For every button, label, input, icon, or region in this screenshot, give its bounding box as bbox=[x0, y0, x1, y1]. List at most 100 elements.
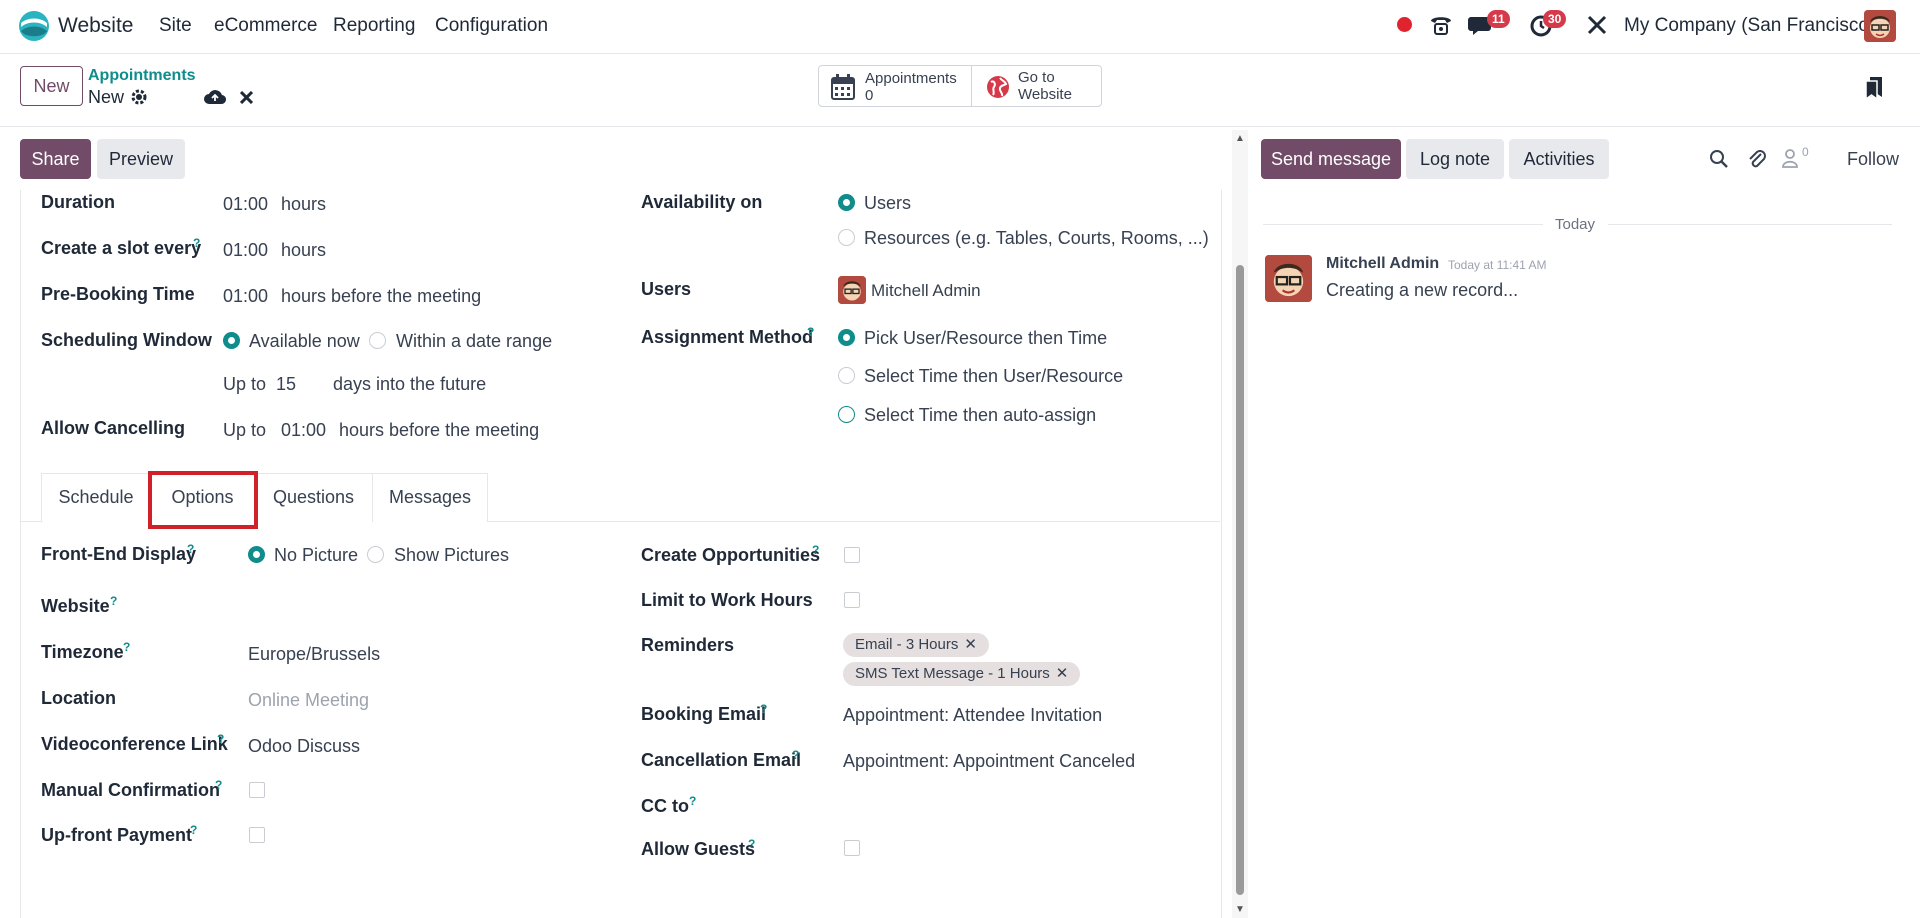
window-available-now-radio[interactable] bbox=[223, 332, 240, 349]
limit-work-hours-label: Limit to Work Hours bbox=[641, 590, 813, 610]
website-help-icon[interactable]: ? bbox=[110, 594, 117, 608]
app-name[interactable]: Website bbox=[58, 14, 133, 38]
users-value-tag[interactable]: Mitchell Admin bbox=[871, 281, 981, 301]
upto-days-input[interactable]: 15 bbox=[276, 374, 296, 395]
reminder-tag-email[interactable]: Email - 3 Hours ✕ bbox=[843, 633, 989, 657]
new-button[interactable]: New bbox=[20, 66, 83, 106]
window-date-range-radio[interactable] bbox=[369, 332, 386, 349]
smart-appointments-count: 0 bbox=[865, 87, 874, 104]
limit-work-hours-checkbox[interactable] bbox=[844, 592, 860, 608]
booking-email-select[interactable]: Appointment: Attendee Invitation bbox=[843, 705, 1102, 726]
assignment-user-first-radio[interactable] bbox=[838, 329, 855, 346]
upfront-payment-help-icon[interactable]: ? bbox=[190, 823, 197, 837]
search-icon[interactable] bbox=[1709, 149, 1729, 169]
date-separator-line-right bbox=[1608, 224, 1892, 225]
send-message-button[interactable]: Send message bbox=[1261, 139, 1401, 179]
remove-tag-icon[interactable]: ✕ bbox=[964, 636, 977, 653]
tab-messages[interactable]: Messages bbox=[372, 473, 488, 522]
follow-button[interactable]: Follow bbox=[1847, 149, 1899, 170]
availability-resources-radio[interactable] bbox=[838, 229, 855, 246]
slot-unit: hours bbox=[281, 240, 327, 260]
cancel-upto-label: Up to bbox=[223, 420, 267, 440]
website-app-icon[interactable] bbox=[18, 9, 50, 43]
duration-input[interactable]: 01:00 bbox=[223, 194, 268, 215]
remove-tag-icon[interactable]: ✕ bbox=[1056, 665, 1069, 682]
create-opportunities-checkbox[interactable] bbox=[844, 547, 860, 563]
save-cloud-icon[interactable] bbox=[204, 89, 226, 105]
log-note-button[interactable]: Log note bbox=[1406, 139, 1504, 179]
assignment-help-icon[interactable]: ? bbox=[807, 325, 814, 339]
show-pictures-radio[interactable] bbox=[367, 546, 384, 563]
tab-schedule[interactable]: Schedule bbox=[41, 473, 151, 522]
bookmarks-icon[interactable] bbox=[1865, 76, 1883, 100]
timezone-select[interactable]: Europe/Brussels bbox=[248, 644, 380, 665]
gear-icon[interactable] bbox=[131, 89, 147, 105]
upto-days-unit: days into the future bbox=[333, 374, 487, 394]
user-avatar-icon bbox=[838, 276, 866, 304]
booking-email-help-icon[interactable]: ? bbox=[760, 702, 767, 716]
paperclip-icon[interactable] bbox=[1747, 148, 1767, 170]
discard-icon[interactable] bbox=[240, 91, 253, 104]
user-avatar-icon bbox=[1864, 10, 1896, 42]
cancellation-email-select[interactable]: Appointment: Appointment Canceled bbox=[843, 751, 1135, 772]
menu-ecommerce[interactable]: eCommerce bbox=[214, 15, 317, 37]
availability-users-radio[interactable] bbox=[838, 194, 855, 211]
no-picture-radio[interactable] bbox=[248, 546, 265, 563]
prebook-input[interactable]: 01:00 bbox=[223, 286, 268, 307]
follower-icon[interactable] bbox=[1782, 148, 1798, 168]
share-button[interactable]: Share bbox=[20, 139, 91, 179]
videoconference-select[interactable]: Odoo Discuss bbox=[248, 736, 360, 757]
message-author[interactable]: Mitchell Admin bbox=[1326, 255, 1439, 273]
cancel-hours-input[interactable]: 01:00 bbox=[281, 420, 326, 441]
assignment-auto-assign-radio[interactable] bbox=[838, 406, 855, 423]
timezone-help-icon[interactable]: ? bbox=[123, 640, 130, 654]
tools-icon[interactable] bbox=[1586, 14, 1608, 36]
allow-guests-help-icon[interactable]: ? bbox=[748, 837, 755, 851]
manual-confirmation-help-icon[interactable]: ? bbox=[215, 778, 222, 792]
location-label: Location bbox=[41, 688, 116, 708]
scroll-down-arrow-icon[interactable]: ▼ bbox=[1235, 904, 1245, 915]
allow-guests-checkbox[interactable] bbox=[844, 840, 860, 856]
activities-button[interactable]: Activities bbox=[1509, 139, 1609, 179]
create-opportunities-help-icon[interactable]: ? bbox=[812, 543, 819, 557]
menu-configuration[interactable]: Configuration bbox=[435, 15, 548, 37]
cc-to-help-icon[interactable]: ? bbox=[689, 794, 696, 808]
company-switcher[interactable]: My Company (San Francisco) bbox=[1624, 15, 1875, 37]
slot-help-icon[interactable]: ? bbox=[193, 236, 200, 250]
frontend-help-icon[interactable]: ? bbox=[187, 542, 194, 556]
slot-input[interactable]: 01:00 bbox=[223, 240, 268, 261]
recording-dot-icon[interactable] bbox=[1397, 17, 1412, 32]
follower-count: 0 bbox=[1802, 145, 1809, 159]
user-avatar[interactable] bbox=[1864, 10, 1896, 42]
form-scrollbar[interactable]: ▲ ▼ bbox=[1232, 130, 1248, 918]
videoconference-help-icon[interactable]: ? bbox=[217, 732, 224, 746]
message-author-avatar[interactable] bbox=[1265, 255, 1312, 302]
manual-confirmation-checkbox[interactable] bbox=[249, 782, 265, 798]
scroll-up-arrow-icon[interactable]: ▲ bbox=[1235, 133, 1245, 144]
website-label: Website bbox=[41, 596, 110, 616]
smart-website-line2: Website bbox=[1018, 86, 1072, 103]
window-date-range-label: Within a date range bbox=[396, 331, 553, 351]
location-input[interactable]: Online Meeting bbox=[248, 690, 369, 711]
cc-to-label: CC to bbox=[641, 796, 689, 816]
menu-reporting[interactable]: Reporting bbox=[333, 15, 415, 37]
date-separator-line-left bbox=[1263, 224, 1543, 225]
duration-unit: hours bbox=[281, 194, 327, 214]
upfront-payment-checkbox[interactable] bbox=[249, 827, 265, 843]
preview-button[interactable]: Preview bbox=[97, 139, 185, 179]
reminders-label: Reminders bbox=[641, 635, 735, 655]
assignment-time-first-radio[interactable] bbox=[838, 367, 855, 384]
cancellation-email-help-icon[interactable]: ? bbox=[792, 748, 799, 762]
cc-to-input[interactable] bbox=[843, 792, 1173, 820]
appointments-smart-button[interactable]: Appointments 0 bbox=[818, 65, 972, 107]
breadcrumb-appointments[interactable]: Appointments bbox=[88, 67, 196, 85]
reminder-tag-sms[interactable]: SMS Text Message - 1 Hours ✕ bbox=[843, 662, 1081, 686]
scrollbar-thumb[interactable] bbox=[1236, 265, 1244, 895]
website-input[interactable] bbox=[248, 592, 578, 620]
tab-questions[interactable]: Questions bbox=[254, 473, 373, 522]
users-avatar bbox=[838, 276, 866, 304]
phone-icon[interactable] bbox=[1429, 14, 1453, 36]
upfront-payment-label: Up-front Payment bbox=[41, 825, 193, 845]
menu-site[interactable]: Site bbox=[159, 15, 192, 37]
go-to-website-button[interactable]: Go to Website bbox=[971, 65, 1102, 107]
